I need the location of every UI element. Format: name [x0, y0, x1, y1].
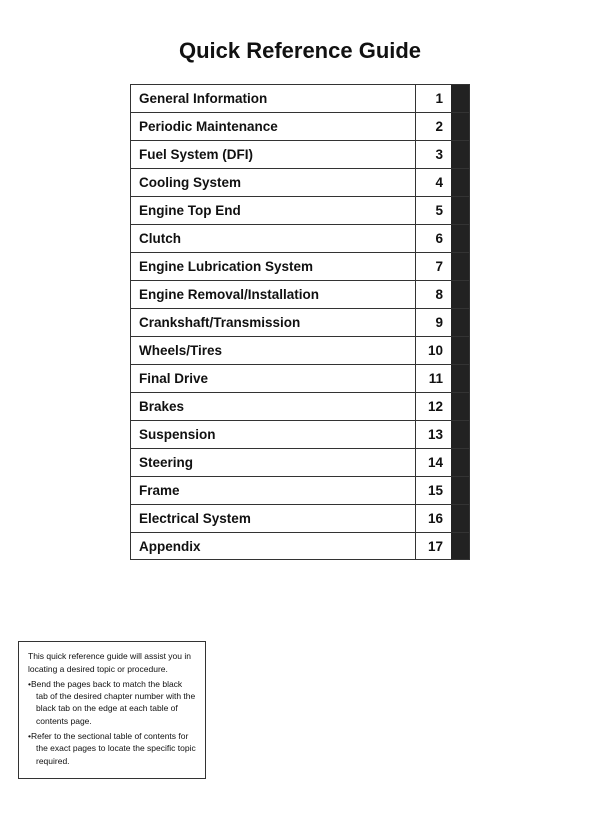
toc-table: General Information1Periodic Maintenance… — [130, 84, 470, 560]
toc-row[interactable]: General Information1 — [130, 84, 470, 112]
toc-row[interactable]: Steering14 — [130, 448, 470, 476]
toc-label: Frame — [131, 477, 415, 504]
toc-row[interactable]: Engine Removal/Installation8 — [130, 280, 470, 308]
toc-label: Wheels/Tires — [131, 337, 415, 364]
toc-label: Engine Removal/Installation — [131, 281, 415, 308]
chapter-tab — [451, 533, 469, 559]
toc-row[interactable]: Cooling System4 — [130, 168, 470, 196]
chapter-tab — [451, 337, 469, 364]
toc-number: 11 — [415, 365, 451, 392]
chapter-tab — [451, 365, 469, 392]
toc-label: Fuel System (DFI) — [131, 141, 415, 168]
toc-number: 17 — [415, 533, 451, 559]
toc-number: 16 — [415, 505, 451, 532]
toc-row[interactable]: Periodic Maintenance2 — [130, 112, 470, 140]
note-bullet2: •Refer to the sectional table of content… — [28, 730, 196, 767]
toc-row[interactable]: Engine Top End5 — [130, 196, 470, 224]
chapter-tab — [451, 197, 469, 224]
toc-number: 10 — [415, 337, 451, 364]
toc-number: 12 — [415, 393, 451, 420]
toc-label: Final Drive — [131, 365, 415, 392]
toc-number: 4 — [415, 169, 451, 196]
page-title: Quick Reference Guide — [0, 0, 600, 84]
toc-row[interactable]: Fuel System (DFI)3 — [130, 140, 470, 168]
toc-label: Cooling System — [131, 169, 415, 196]
chapter-tab — [451, 141, 469, 168]
toc-number: 7 — [415, 253, 451, 280]
toc-label: Crankshaft/Transmission — [131, 309, 415, 336]
chapter-tab — [451, 113, 469, 140]
toc-number: 14 — [415, 449, 451, 476]
toc-number: 3 — [415, 141, 451, 168]
toc-row[interactable]: Appendix17 — [130, 532, 470, 560]
toc-row[interactable]: Electrical System16 — [130, 504, 470, 532]
toc-row[interactable]: Frame15 — [130, 476, 470, 504]
toc-row[interactable]: Brakes12 — [130, 392, 470, 420]
chapter-tab — [451, 309, 469, 336]
toc-row[interactable]: Engine Lubrication System7 — [130, 252, 470, 280]
toc-number: 15 — [415, 477, 451, 504]
chapter-tab — [451, 281, 469, 308]
chapter-tab — [451, 477, 469, 504]
chapter-tab — [451, 421, 469, 448]
toc-label: Clutch — [131, 225, 415, 252]
toc-label: Suspension — [131, 421, 415, 448]
chapter-tab — [451, 253, 469, 280]
note-box: This quick reference guide will assist y… — [18, 641, 206, 779]
toc-row[interactable]: Crankshaft/Transmission9 — [130, 308, 470, 336]
toc-row[interactable]: Wheels/Tires10 — [130, 336, 470, 364]
toc-label: Periodic Maintenance — [131, 113, 415, 140]
toc-row[interactable]: Suspension13 — [130, 420, 470, 448]
chapter-tab — [451, 505, 469, 532]
toc-label: Appendix — [131, 533, 415, 559]
toc-number: 13 — [415, 421, 451, 448]
page: Quick Reference Guide General Informatio… — [0, 0, 600, 827]
toc-number: 8 — [415, 281, 451, 308]
toc-number: 2 — [415, 113, 451, 140]
chapter-tab — [451, 449, 469, 476]
chapter-tab — [451, 169, 469, 196]
note-intro: This quick reference guide will assist y… — [28, 650, 196, 675]
toc-label: Steering — [131, 449, 415, 476]
toc-label: Brakes — [131, 393, 415, 420]
toc-number: 5 — [415, 197, 451, 224]
toc-label: General Information — [131, 85, 415, 112]
note-bullet1: •Bend the pages back to match the black … — [28, 678, 196, 727]
toc-number: 1 — [415, 85, 451, 112]
toc-label: Electrical System — [131, 505, 415, 532]
toc-number: 6 — [415, 225, 451, 252]
toc-label: Engine Lubrication System — [131, 253, 415, 280]
chapter-tab — [451, 85, 469, 112]
chapter-tab — [451, 225, 469, 252]
toc-label: Engine Top End — [131, 197, 415, 224]
chapter-tab — [451, 393, 469, 420]
toc-row[interactable]: Final Drive11 — [130, 364, 470, 392]
toc-row[interactable]: Clutch6 — [130, 224, 470, 252]
toc-number: 9 — [415, 309, 451, 336]
